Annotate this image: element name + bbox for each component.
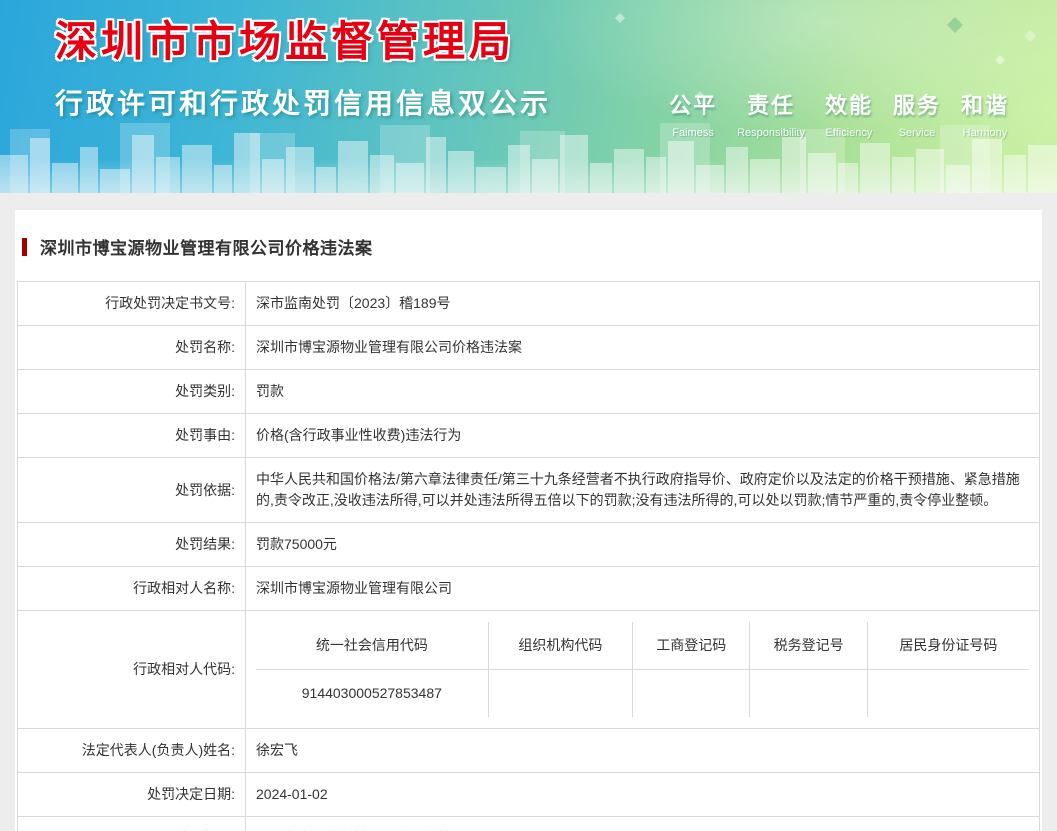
- content-panel: 深圳市博宝源物业管理有限公司价格违法案 行政处罚决定书文号: 深市监南处罚〔20…: [15, 210, 1042, 831]
- field-value-penalty-authority: 深圳市市场监督管理局南山监管局: [246, 817, 1040, 831]
- page-title: 深圳市博宝源物业管理有限公司价格违法案: [40, 234, 373, 259]
- table-row: 处罚机关: 深圳市市场监督管理局南山监管局: [18, 817, 1040, 831]
- slogan-service: 服务 Service: [893, 88, 941, 139]
- table-row: 处罚类别: 罚款: [18, 370, 1040, 414]
- code-column-header: 居民身份证号码: [867, 622, 1029, 669]
- code-column-header: 工商登记码: [632, 622, 749, 669]
- code-column-value: [749, 669, 866, 717]
- slogan-harmony: 和谐 Harmony: [961, 88, 1009, 139]
- slogan-en: Responsibility: [737, 127, 805, 139]
- site-banner: 深圳市市场监督管理局 行政许可和行政处罚信用信息双公示 公平 Faimess 责…: [0, 0, 1057, 193]
- field-value-legal-representative: 徐宏飞: [246, 729, 1040, 773]
- table-row: 处罚决定日期: 2024-01-02: [18, 773, 1040, 817]
- slogan-en: Harmony: [961, 127, 1009, 139]
- slogan-cn: 服务: [893, 88, 941, 120]
- field-label-penalty-reason: 处罚事由:: [18, 414, 246, 458]
- slogan-en: Faimess: [669, 127, 717, 139]
- table-row: 行政相对人名称: 深圳市博宝源物业管理有限公司: [18, 567, 1040, 611]
- table-row: 行政处罚决定书文号: 深市监南处罚〔2023〕稽189号: [18, 282, 1040, 326]
- slogan-en: Efficiency: [825, 127, 873, 139]
- slogan-cn: 责任: [737, 88, 805, 120]
- code-column-value: 914403000527853487: [256, 669, 488, 717]
- code-column-value: [632, 669, 749, 717]
- code-column-header: 统一社会信用代码: [256, 622, 488, 669]
- penalty-record-table: 行政处罚决定书文号: 深市监南处罚〔2023〕稽189号 处罚名称: 深圳市博宝…: [17, 281, 1040, 831]
- field-value-penalty-result: 罚款75000元: [246, 523, 1040, 567]
- code-column-value: [488, 669, 632, 717]
- field-label-party-codes: 行政相对人代码:: [18, 611, 246, 729]
- code-column-header: 组织机构代码: [488, 622, 632, 669]
- slogan-fairness: 公平 Faimess: [669, 88, 717, 139]
- field-value-penalty-basis: 中华人民共和国价格法/第六章法律责任/第三十九条经营者不执行政府指导价、政府定价…: [246, 458, 1040, 523]
- field-label-penalty-basis: 处罚依据:: [18, 458, 246, 523]
- field-value-decision-number: 深市监南处罚〔2023〕稽189号: [246, 282, 1040, 326]
- field-label-penalty-type: 处罚类别:: [18, 370, 246, 414]
- slogan-efficiency: 效能 Efficiency: [825, 88, 873, 139]
- title-marker: [22, 238, 27, 256]
- table-row: 处罚事由: 价格(含行政事业性收费)违法行为: [18, 414, 1040, 458]
- site-title: 深圳市市场监督管理局: [55, 8, 1057, 69]
- field-label-legal-representative: 法定代表人(负责人)姓名:: [18, 729, 246, 773]
- table-row: 法定代表人(负责人)姓名: 徐宏飞: [18, 729, 1040, 773]
- page-title-row: 深圳市博宝源物业管理有限公司价格违法案: [17, 210, 1040, 281]
- party-codes-cell: 统一社会信用代码 组织机构代码 工商登记码 税务登记号 居民身份证号码 9144…: [246, 611, 1040, 729]
- field-value-penalty-type: 罚款: [246, 370, 1040, 414]
- slogan-cn: 效能: [825, 88, 873, 120]
- table-row: 处罚依据: 中华人民共和国价格法/第六章法律责任/第三十九条经营者不执行政府指导…: [18, 458, 1040, 523]
- code-column-header: 税务登记号: [749, 622, 866, 669]
- slogan-en: Service: [893, 127, 941, 139]
- codes-grid: 统一社会信用代码 组织机构代码 工商登记码 税务登记号 居民身份证号码 9144…: [256, 622, 1029, 717]
- field-label-penalty-name: 处罚名称:: [18, 326, 246, 370]
- field-label-penalty-result: 处罚结果:: [18, 523, 246, 567]
- field-value-penalty-reason: 价格(含行政事业性收费)违法行为: [246, 414, 1040, 458]
- field-value-decision-date: 2024-01-02: [246, 773, 1040, 817]
- slogan-block: 公平 Faimess 责任 Responsibility 效能 Efficien…: [669, 88, 1009, 139]
- table-row: 处罚名称: 深圳市博宝源物业管理有限公司价格违法案: [18, 326, 1040, 370]
- slogan-cn: 公平: [669, 88, 717, 120]
- field-label-decision-number: 行政处罚决定书文号:: [18, 282, 246, 326]
- table-row: 处罚结果: 罚款75000元: [18, 523, 1040, 567]
- table-row-codes: 行政相对人代码: 统一社会信用代码 组织机构代码 工商登记码 税务登记号 居民身…: [18, 611, 1040, 729]
- field-value-party-name: 深圳市博宝源物业管理有限公司: [246, 567, 1040, 611]
- field-label-penalty-authority: 处罚机关:: [18, 817, 246, 831]
- field-value-penalty-name: 深圳市博宝源物业管理有限公司价格违法案: [246, 326, 1040, 370]
- slogan-cn: 和谐: [961, 88, 1009, 120]
- code-column-value: [867, 669, 1029, 717]
- slogan-responsibility: 责任 Responsibility: [737, 88, 805, 139]
- field-label-decision-date: 处罚决定日期:: [18, 773, 246, 817]
- field-label-party-name: 行政相对人名称:: [18, 567, 246, 611]
